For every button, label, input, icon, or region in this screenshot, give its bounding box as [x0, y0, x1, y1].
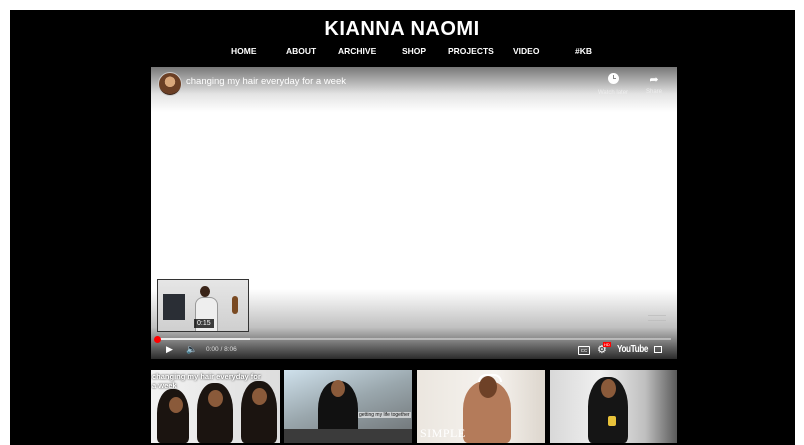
thumb3-headband	[478, 374, 502, 382]
preview-ukulele	[232, 296, 238, 314]
nav-archive[interactable]: ARCHIVE	[338, 46, 376, 56]
hd-badge: HD	[603, 342, 611, 347]
video-thumbnail-1[interactable]: changing my hair everyday for a week	[151, 370, 280, 443]
youtube-logo[interactable]: YouTube	[617, 344, 648, 355]
scrub-preview-thumbnail: 0:15	[157, 279, 249, 332]
nav-about[interactable]: ABOUT	[286, 46, 316, 56]
preview-person-head	[200, 286, 210, 297]
share-arrow-icon: ➦	[649, 74, 659, 86]
share-button[interactable]: ➦ Share	[634, 73, 674, 95]
nav-projects[interactable]: PROJECTS	[448, 46, 494, 56]
preview-box	[163, 294, 185, 320]
nav-home[interactable]: HOME	[231, 46, 257, 56]
clock-icon	[593, 73, 633, 88]
main-nav: HOME ABOUT ARCHIVE SHOP PROJECTS VIDEO #…	[0, 46, 804, 60]
channel-watermark-icon[interactable]	[648, 315, 666, 321]
progress-buffer	[157, 338, 250, 340]
progress-bar[interactable]	[154, 336, 671, 343]
nav-kb[interactable]: #KB	[575, 46, 592, 56]
thumb2-ground	[284, 429, 412, 443]
play-icon[interactable]: ▶	[166, 344, 173, 355]
thumb2-caption: getting my life together	[358, 412, 411, 418]
time-display: 0:00 / 8:06	[206, 346, 237, 353]
thumb3-caption: SIMPLE	[420, 426, 466, 440]
nav-shop[interactable]: SHOP	[402, 46, 426, 56]
video-thumbnail-4[interactable]	[550, 370, 677, 443]
video-title-link[interactable]: changing my hair everyday for a week	[186, 76, 346, 87]
scrubber-handle[interactable]	[154, 336, 161, 343]
watch-later-button[interactable]: Watch later	[593, 73, 633, 96]
settings-gear-icon[interactable]: ⚙ HD	[597, 342, 611, 356]
watch-later-label: Watch later	[597, 90, 629, 96]
video-thumbnail-strip: changing my hair everyday for a week get…	[151, 370, 677, 445]
fullscreen-icon[interactable]	[654, 346, 662, 353]
captions-icon[interactable]: CC	[578, 346, 590, 355]
share-label: Share	[645, 89, 662, 95]
video-player[interactable]: changing my hair everyday for a week Wat…	[151, 67, 677, 359]
video-thumbnail-2[interactable]: getting my life together	[284, 370, 412, 443]
thumb1-title: changing my hair everyday for a week	[152, 372, 261, 390]
video-thumbnail-3[interactable]: SIMPLE	[417, 370, 545, 443]
channel-avatar[interactable]	[158, 72, 182, 96]
nav-video[interactable]: VIDEO	[513, 46, 539, 56]
thumb4-pendant	[608, 416, 616, 426]
volume-icon[interactable]: 🔈	[186, 344, 197, 355]
preview-time: 0:15	[194, 319, 214, 328]
site-title[interactable]: KIANNA NAOMI	[0, 18, 804, 41]
